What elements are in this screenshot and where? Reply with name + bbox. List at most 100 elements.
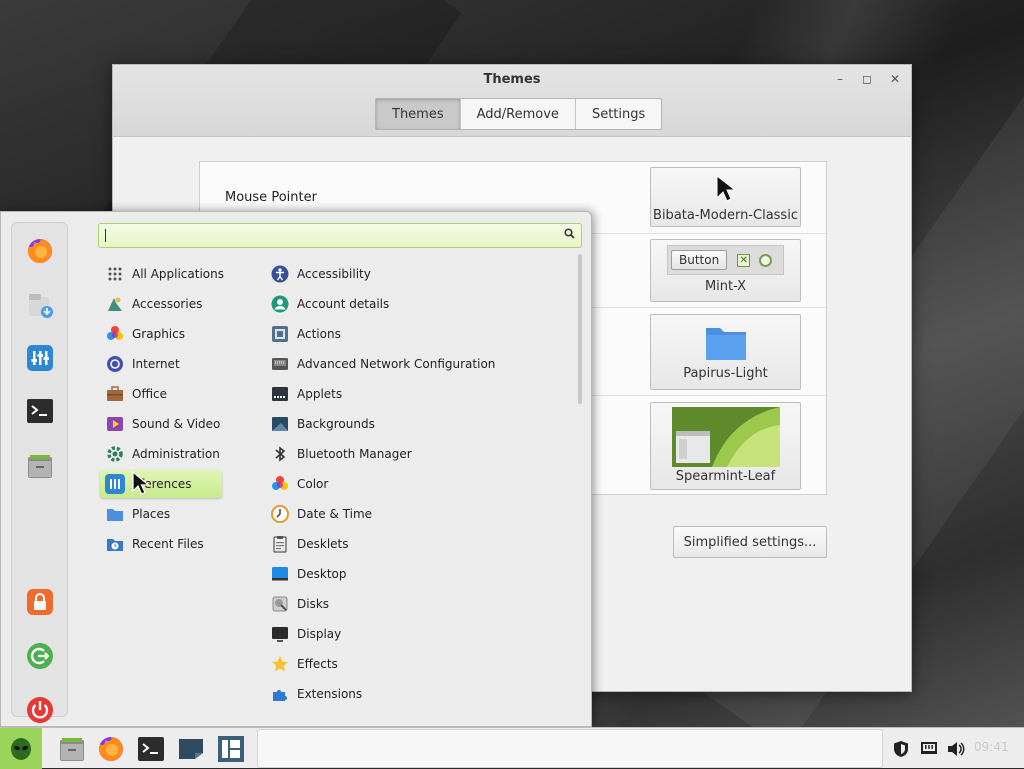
shield-icon[interactable] xyxy=(886,732,916,765)
app-label: Date & Time xyxy=(297,507,373,521)
applications-theme-preview: Button ✕ xyxy=(667,245,784,275)
tab-bar: Themes Add/Remove Settings xyxy=(375,98,663,130)
category-label: Accessories xyxy=(132,297,203,311)
preview-checkbox-icon: ✕ xyxy=(737,253,751,267)
category-label: Sound & Video xyxy=(132,417,221,431)
maximize-icon[interactable]: ◻ xyxy=(859,71,875,87)
office-icon xyxy=(105,384,125,404)
category-label: Recent Files xyxy=(132,537,204,551)
power-icon[interactable] xyxy=(25,695,55,725)
window-list-icon[interactable] xyxy=(214,732,247,765)
account-icon xyxy=(270,294,290,314)
software-manager-icon[interactable] xyxy=(25,290,55,320)
category-internet[interactable]: Internet xyxy=(100,350,222,378)
app-account-details[interactable]: Account details xyxy=(265,290,389,318)
desktop-preview-thumbnail xyxy=(671,407,780,467)
grid-icon xyxy=(105,264,125,284)
category-graphics[interactable]: Graphics xyxy=(100,320,222,348)
minimize-icon[interactable]: – xyxy=(832,71,848,87)
mouse-pointer-theme-button[interactable]: Bibata-Modern-Classic xyxy=(650,167,801,227)
category-label: Administration xyxy=(132,447,220,461)
app-label: Bluetooth Manager xyxy=(297,447,412,461)
app-label: Advanced Network Configuration xyxy=(297,357,496,371)
app-advanced-network-configuration[interactable]: Advanced Network Configuration xyxy=(265,350,495,378)
app-label: Desklets xyxy=(297,537,349,551)
app-accessibility[interactable]: Accessibility xyxy=(265,260,371,288)
firefox-icon[interactable] xyxy=(25,236,55,266)
accessories-icon xyxy=(105,294,125,314)
category-places[interactable]: Places xyxy=(100,500,222,528)
volume-icon[interactable] xyxy=(941,732,971,765)
menu-scrollbar-thumb[interactable] xyxy=(578,254,582,404)
app-label: Account details xyxy=(297,297,390,311)
app-label: Effects xyxy=(297,657,338,671)
desktop-theme-button[interactable]: Spearmint-Leaf xyxy=(650,402,801,490)
mouse-pointer-theme-name: Bibata-Modern-Classic xyxy=(653,208,798,223)
app-applets[interactable]: Applets xyxy=(265,380,342,408)
close-icon[interactable]: ✕ xyxy=(887,71,903,87)
search-icon[interactable] xyxy=(564,228,575,242)
app-desklets[interactable]: Desklets xyxy=(265,530,349,558)
app-extensions[interactable]: Extensions xyxy=(265,680,362,708)
app-date-time[interactable]: Date & Time xyxy=(265,500,372,528)
preferences-icon xyxy=(105,474,125,494)
window-titlebar[interactable]: Themes – ◻ ✕ Themes Add/Remove Settings xyxy=(113,65,911,137)
category-recent-files[interactable]: Recent Files xyxy=(100,530,222,558)
simplified-settings-button[interactable]: Simplified settings... xyxy=(673,526,827,558)
firefox-icon[interactable] xyxy=(94,732,127,765)
menu-scrollbar[interactable] xyxy=(578,254,582,724)
clock[interactable]: 09:41 xyxy=(974,740,1009,754)
category-label: All Applications xyxy=(132,267,224,281)
disks-icon xyxy=(270,594,290,614)
category-label: Internet xyxy=(132,357,180,371)
app-actions[interactable]: Actions xyxy=(265,320,341,348)
applications-theme-button[interactable]: Button ✕ Mint-X xyxy=(650,239,801,302)
sound-video-icon xyxy=(105,414,125,434)
category-sound-video[interactable]: Sound & Video xyxy=(100,410,222,438)
backgrounds-icon xyxy=(270,414,290,434)
app-effects[interactable]: Effects xyxy=(265,650,338,678)
category-all-applications[interactable]: All Applications xyxy=(100,260,224,288)
network-icon[interactable] xyxy=(914,732,944,765)
app-label: Applets xyxy=(297,387,343,401)
app-label: Color xyxy=(297,477,329,491)
applets-icon xyxy=(270,384,290,404)
taskbar-window-list[interactable] xyxy=(257,729,883,768)
category-accessories[interactable]: Accessories xyxy=(100,290,222,318)
window-title: Themes xyxy=(483,72,541,87)
category-preferences[interactable]: ferences xyxy=(100,470,222,498)
app-display[interactable]: Display xyxy=(265,620,341,648)
app-label: Backgrounds xyxy=(297,417,375,431)
app-backgrounds[interactable]: Backgrounds xyxy=(265,410,375,438)
accessibility-icon xyxy=(270,264,290,284)
row-label-mouse-pointer: Mouse Pointer xyxy=(225,190,317,205)
tab-add-remove[interactable]: Add/Remove xyxy=(461,99,576,129)
app-bluetooth-manager[interactable]: Bluetooth Manager xyxy=(265,440,412,468)
tab-themes[interactable]: Themes xyxy=(376,99,461,129)
folder-preview-icon xyxy=(705,328,746,360)
lock-icon[interactable] xyxy=(25,587,55,617)
app-label: Actions xyxy=(297,327,341,341)
tab-settings[interactable]: Settings xyxy=(576,99,661,129)
app-disks[interactable]: Disks xyxy=(265,590,329,618)
category-office[interactable]: Office xyxy=(100,380,222,408)
search-input[interactable] xyxy=(98,223,582,248)
icons-theme-button[interactable]: Papirus-Light xyxy=(650,314,801,390)
files-icon[interactable] xyxy=(55,732,88,765)
terminal-icon[interactable] xyxy=(134,732,167,765)
terminal-icon[interactable] xyxy=(25,396,55,426)
logout-icon[interactable] xyxy=(25,641,55,671)
app-color[interactable]: Color xyxy=(265,470,328,498)
desklets-icon xyxy=(270,534,290,554)
places-icon xyxy=(105,504,125,524)
internet-icon xyxy=(105,354,125,374)
app-label: Display xyxy=(297,627,342,641)
category-administration[interactable]: Administration xyxy=(100,440,222,468)
files-icon[interactable] xyxy=(25,451,55,481)
app-label: Disks xyxy=(297,597,330,611)
clock-icon xyxy=(270,504,290,524)
workspace-icon[interactable] xyxy=(174,732,207,765)
app-desktop[interactable]: Desktop xyxy=(265,560,347,588)
system-settings-icon[interactable] xyxy=(25,343,55,373)
mint-menu-icon[interactable] xyxy=(0,728,42,769)
